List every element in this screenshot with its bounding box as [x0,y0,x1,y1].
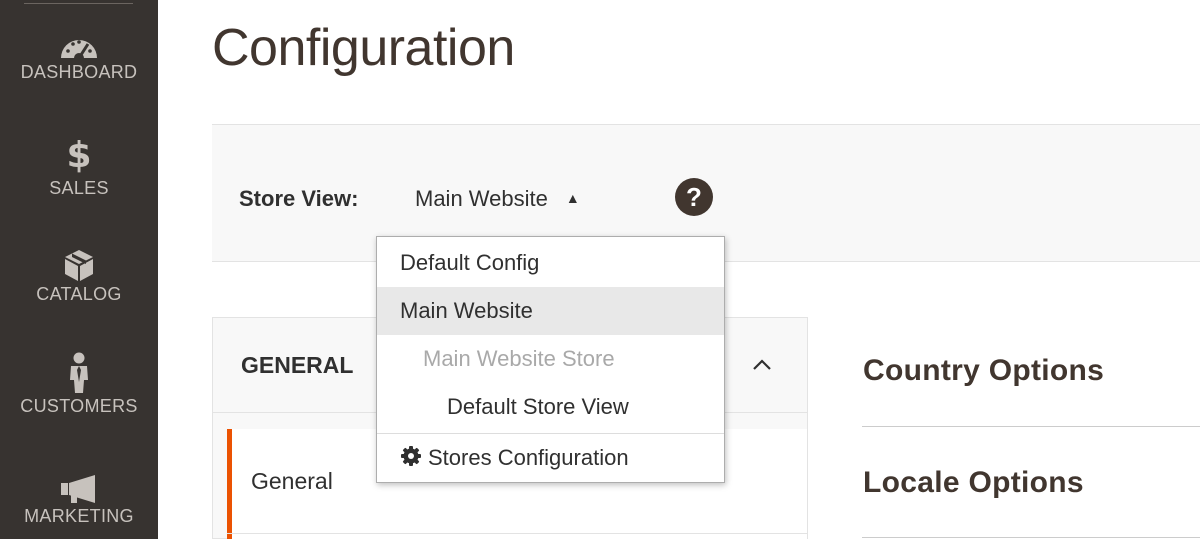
dollar-icon: $ [66,135,92,176]
gear-icon [401,446,421,466]
sidebar-item-catalog[interactable]: CATALOG [0,248,158,305]
chevron-up-icon[interactable] [751,354,773,376]
sidebar-item-marketing[interactable]: MARKETING [0,474,158,527]
tab-group-title-general[interactable]: GENERAL [241,352,353,379]
box-icon [65,250,93,281]
admin-sidebar: DASHBOARD $ SALES CATALOG CUSTOMERS MARK… [0,0,158,539]
store-view-selected: Main Website [415,186,548,211]
sidebar-item-label: DASHBOARD [20,62,138,82]
tab-item-divider [227,533,807,534]
sidebar-item-dashboard[interactable]: DASHBOARD [0,34,158,83]
stores-configuration-label: Stores Configuration [428,445,629,470]
dropdown-option-default-store-view[interactable]: Default Store View [377,383,724,431]
sidebar-item-sales[interactable]: $ SALES [0,138,158,199]
stores-configuration-link[interactable]: Stores Configuration [377,434,724,482]
sidebar-top-divider [24,3,133,4]
store-view-toggle[interactable]: Main Website ▲ [415,186,580,212]
store-view-label: Store View: [239,186,359,211]
dropdown-option-default-config[interactable]: Default Config [377,239,724,287]
section-locale-options[interactable]: Locale Options [863,466,1084,500]
dashboard-gauge-icon [61,40,97,60]
tab-item-label: General [251,468,333,494]
sidebar-item-label: CATALOG [36,284,122,304]
megaphone-icon [61,475,95,503]
section-country-options[interactable]: Country Options [863,354,1104,388]
caret-up-icon: ▲ [565,190,580,206]
person-icon [70,352,88,393]
sidebar-item-label: MARKETING [24,506,134,526]
dropdown-option-main-website-store: Main Website Store [423,346,615,371]
help-icon[interactable]: ? [675,178,713,216]
section-divider [862,426,1200,427]
sidebar-item-label: CUSTOMERS [20,396,138,416]
section-divider [862,537,1200,538]
sidebar-item-label: SALES [49,178,109,198]
dropdown-option-main-website[interactable]: Main Website [377,287,724,335]
store-view-dropdown: Default Config Main Website Main Website… [376,236,725,483]
sidebar-item-customers[interactable]: CUSTOMERS [0,352,158,417]
page-title: Configuration [212,19,515,77]
